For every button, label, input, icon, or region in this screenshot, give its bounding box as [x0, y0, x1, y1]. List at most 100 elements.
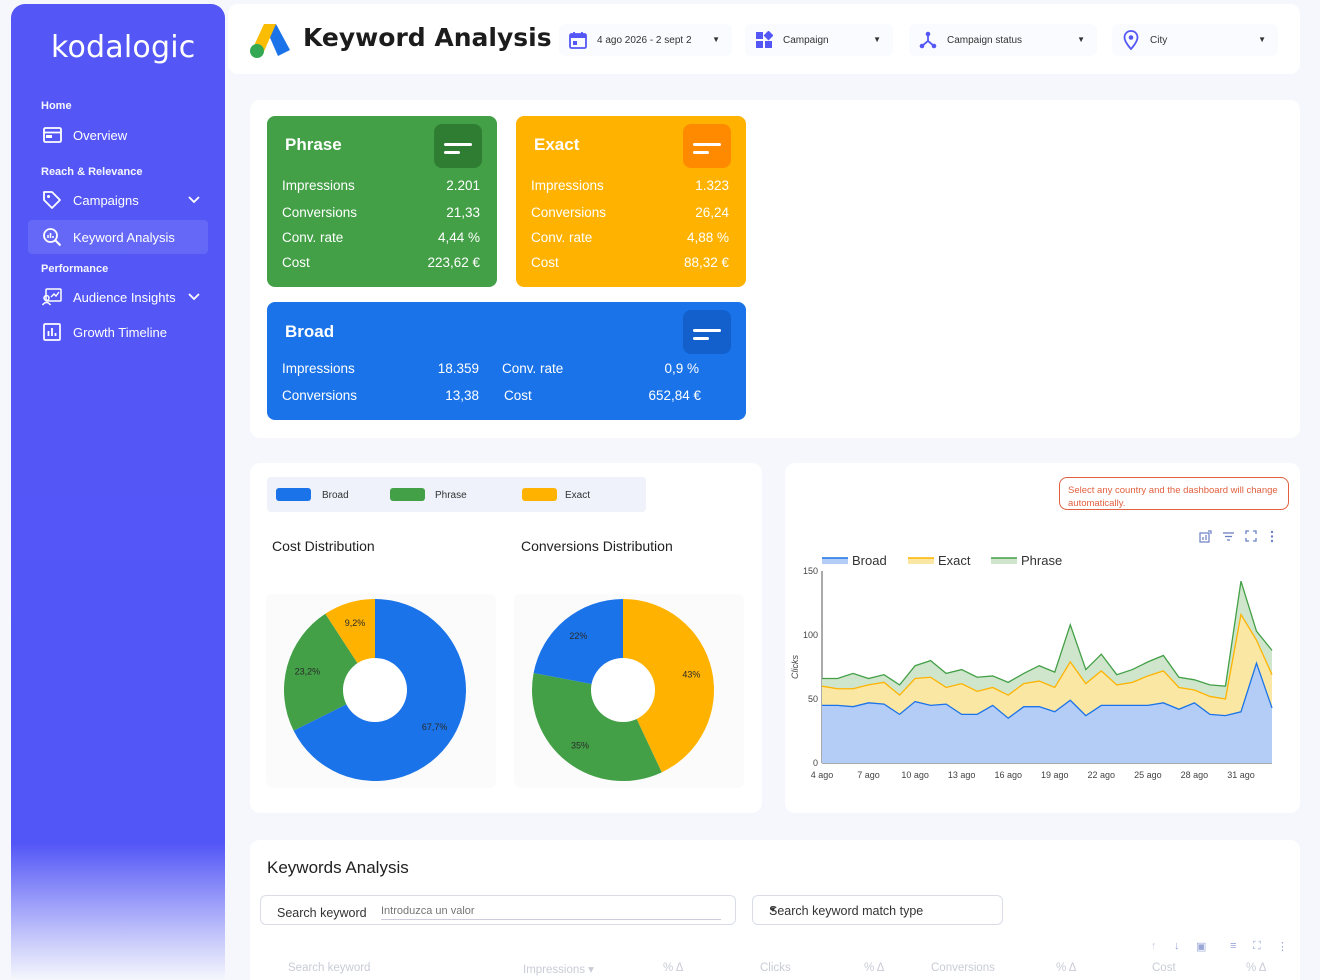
lines-icon[interactable] — [434, 124, 482, 168]
slice-value-label: 23,2% — [295, 667, 321, 677]
chevron-down-icon[interactable] — [188, 192, 200, 207]
filter-icon[interactable] — [1222, 530, 1235, 546]
fullscreen-icon[interactable] — [1245, 530, 1257, 545]
column-header[interactable]: Search keyword — [288, 962, 370, 974]
overview-icon — [41, 124, 63, 146]
campaign-status-filter[interactable]: Campaign status ▼ — [909, 24, 1097, 56]
metric-value: 1.323 — [695, 178, 729, 193]
column-header[interactable]: Impressions ▾ — [523, 962, 594, 976]
column-header[interactable]: % Δ — [864, 962, 884, 974]
tag-icon — [41, 189, 63, 211]
nav-section-reach: Reach & Relevance — [41, 166, 143, 178]
table-filter-icon[interactable]: ≡ — [1230, 940, 1236, 952]
x-tick-label: 10 ago — [901, 770, 929, 780]
y-tick-label: 0 — [813, 758, 818, 768]
nav-section-home: Home — [41, 100, 72, 112]
legend-swatch-exact — [522, 488, 557, 501]
metric-label: Conversions — [282, 205, 358, 220]
metric-value: 26,24 — [695, 205, 729, 220]
clicks-area-chart[interactable]: 0 50 100 150 4 ago 7 ago 10 ago 13 ago 16 ago 19 … — [785, 548, 1295, 788]
sidebar-item-audience-insights[interactable]: Audience Insights — [28, 280, 208, 314]
metric-value: 0,9 % — [664, 361, 699, 376]
city-filter[interactable]: City ▼ — [1112, 24, 1278, 56]
search-keyword-label: Search keyword — [277, 906, 367, 920]
x-tick-label: 19 ago — [1041, 770, 1069, 780]
brand-logo[interactable]: kodalogic — [51, 30, 195, 65]
arrow-up-icon[interactable]: ↑ — [1151, 940, 1157, 952]
metric-value: 652,84 € — [648, 388, 701, 403]
area-series-phrase[interactable] — [822, 581, 1272, 699]
arrow-down-icon[interactable]: ↓ — [1174, 940, 1180, 952]
conversions-distribution-title: Conversions Distribution — [521, 538, 673, 554]
x-tick-label: 16 ago — [994, 770, 1022, 780]
metric-label: Impressions — [282, 178, 355, 193]
column-header[interactable]: Cost — [1152, 962, 1176, 974]
x-tick-label: 31 ago — [1227, 770, 1255, 780]
column-header[interactable]: % Δ — [663, 962, 683, 974]
google-ads-logo-icon — [248, 20, 292, 65]
lines-icon[interactable] — [683, 310, 731, 354]
chevron-down-icon[interactable] — [188, 289, 200, 304]
metric-label: Impressions — [282, 361, 355, 376]
y-tick-label: 50 — [808, 694, 818, 704]
calendar-icon — [567, 29, 589, 51]
sidebar-item-label: Campaigns — [73, 192, 139, 208]
legend-swatch-broad — [276, 488, 311, 501]
legend-swatch — [908, 558, 934, 564]
column-header[interactable]: Clicks — [760, 962, 791, 974]
conversions-distribution-pie-chart[interactable]: 43% 35% 22% — [514, 594, 744, 788]
cost-distribution-title: Cost Distribution — [272, 538, 375, 554]
lines-icon[interactable] — [683, 124, 731, 168]
phrase-card: Phrase Impressions 2.201 Conversions 21,… — [267, 116, 497, 287]
exact-card: Exact Impressions 1.323 Conversions 26,2… — [516, 116, 746, 287]
metric-label: Cost — [504, 388, 532, 403]
more-options-icon[interactable] — [1269, 530, 1275, 546]
metric-label: Conv. rate — [531, 230, 593, 245]
hierarchy-icon — [917, 29, 939, 51]
caret-down-icon: ▼ — [769, 905, 777, 914]
keywords-analysis-title: Keywords Analysis — [267, 858, 409, 877]
chart-explore-icon[interactable] — [1199, 530, 1212, 546]
donut-hole — [343, 658, 407, 722]
column-header[interactable]: Conversions — [931, 962, 995, 974]
table-more-icon[interactable]: ⋮ — [1277, 940, 1288, 953]
card-title: Phrase — [285, 135, 342, 154]
x-tick-label: 22 ago — [1088, 770, 1116, 780]
date-range-filter[interactable]: 4 ago 2026 - 2 sept 2 ▼ — [559, 24, 732, 56]
legend-label: Exact — [565, 490, 591, 501]
table-fullscreen-icon[interactable]: ⛶ — [1253, 940, 1261, 953]
column-header[interactable]: % Δ — [1246, 962, 1266, 974]
sidebar-item-growth-timeline[interactable]: Growth Timeline — [28, 315, 208, 349]
slice-value-label: 67,7% — [422, 722, 448, 732]
caret-down-icon: ▼ — [873, 35, 881, 44]
grid-icon — [753, 29, 775, 51]
column-header[interactable]: % Δ — [1056, 962, 1076, 974]
slice-value-label: 35% — [571, 740, 589, 750]
sidebar-item-label: Growth Timeline — [73, 324, 167, 340]
sidebar-item-label: Keyword Analysis — [73, 229, 175, 245]
date-range-value: 4 ago 2026 - 2 sept 2 — [597, 34, 692, 46]
metric-label: Cost — [282, 255, 310, 270]
caret-down-icon: ▼ — [712, 35, 720, 44]
y-tick-label: 150 — [803, 566, 818, 576]
table-explore-icon[interactable]: ▣ — [1196, 940, 1206, 953]
sidebar-item-campaigns[interactable]: Campaigns — [28, 183, 208, 217]
campaign-filter[interactable]: Campaign ▼ — [745, 24, 893, 56]
sidebar-item-overview[interactable]: Overview — [28, 118, 208, 152]
area-series-exact[interactable] — [822, 614, 1272, 719]
page-title: Keyword Analysis — [303, 23, 552, 52]
cost-pie-area: 67,7% 23,2% 9,2% — [266, 594, 496, 788]
audience-icon — [41, 286, 63, 308]
cost-distribution-pie-chart[interactable]: 67,7% 23,2% 9,2% — [266, 594, 496, 788]
caret-down-icon: ▼ — [1258, 35, 1266, 44]
legend-swatch-phrase — [390, 488, 425, 501]
sidebar-item-label: Audience Insights — [73, 289, 176, 305]
keyword-search-control: Search keyword — [260, 895, 736, 925]
broad-card: Broad Impressions 18.359 Conversions 13,… — [267, 302, 746, 420]
metric-value: 13,38 — [445, 388, 479, 403]
match-type-select[interactable]: Search keyword match type ▼ — [752, 895, 1003, 925]
bar-chart-icon — [41, 321, 63, 343]
search-keyword-input[interactable] — [381, 902, 721, 920]
x-tick-label: 4 ago — [811, 770, 834, 780]
sidebar-item-keyword-analysis[interactable]: Keyword Analysis — [28, 220, 208, 254]
